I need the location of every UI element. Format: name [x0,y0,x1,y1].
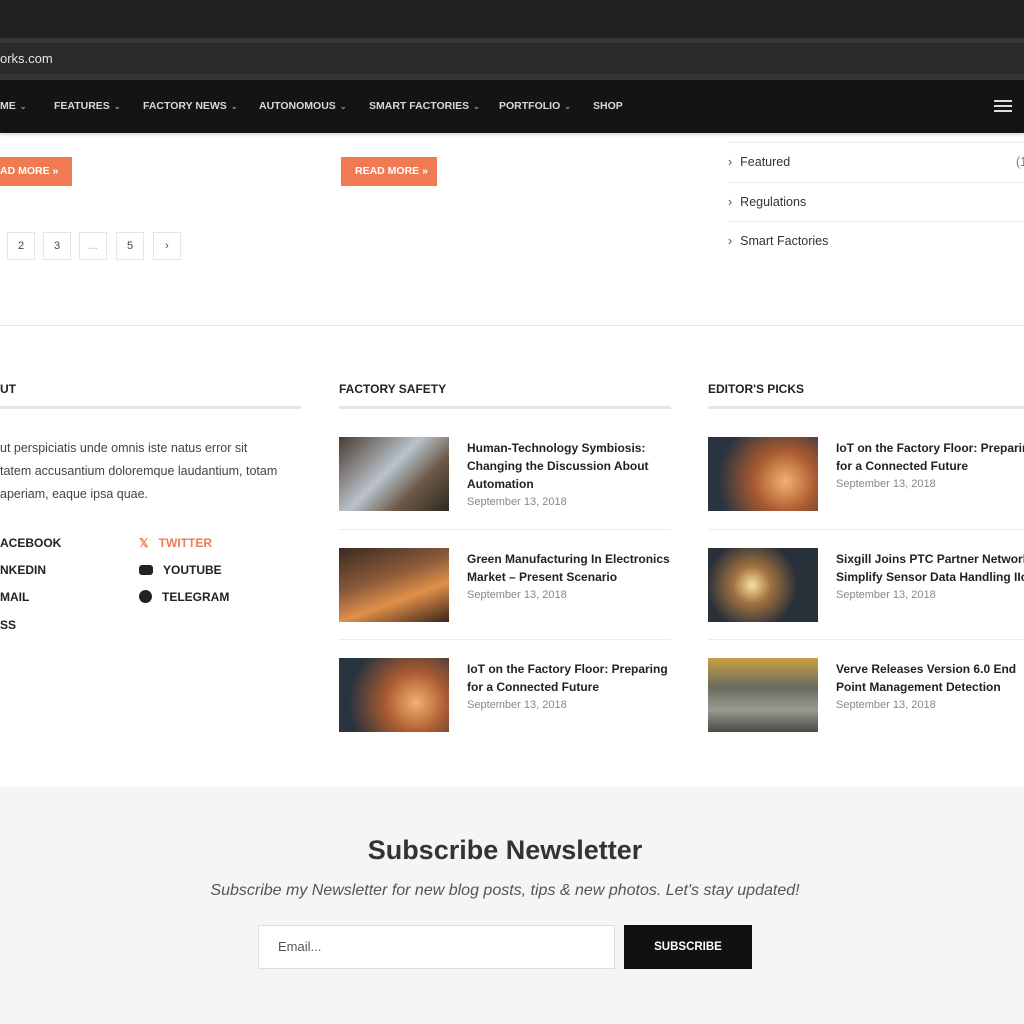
list-item[interactable]: IoT on the Factory Floor: Preparing for a… [339,658,671,732]
category-label: Featured [740,155,791,169]
nav-autonomous[interactable]: AUTONOMOUS ⌄ [259,80,347,133]
category-featured[interactable]: › Featured (1 [728,142,1024,182]
nav-home[interactable]: ME ⌄ [0,80,26,133]
post-date: September 13, 2018 [467,589,567,601]
separator [339,639,671,640]
post-thumbnail[interactable] [708,437,818,511]
youtube-icon [139,565,153,575]
youtube-link[interactable]: YOUTUBE [139,563,222,577]
nav-features[interactable]: FEATURES ⌄ [54,80,121,133]
chevron-down-icon: ⌄ [113,102,121,111]
category-label: Smart Factories [740,234,829,248]
category-count: (1 [1016,155,1024,169]
post-thumbnail[interactable] [339,548,449,622]
chevron-down-icon: ⌄ [19,102,27,111]
list-item[interactable]: Green Manufacturing In Electronics Market… [339,548,671,622]
linkedin-link[interactable]: NKEDIN [0,563,46,577]
post-title[interactable]: IoT on the Factory Floor: Preparing for a… [467,660,677,696]
list-item[interactable]: Sixgill Joins PTC Partner Network t Simpl… [708,548,1024,622]
title-underline [339,406,671,409]
nav-label: PORTFOLIO [499,100,561,112]
page-ellipsis: ... [79,232,107,260]
nav-portfolio[interactable]: PORTFOLIO ⌄ [499,80,571,133]
chevron-down-icon: ⌄ [564,102,571,111]
newsletter-title: Subscribe Newsletter [367,835,643,865]
list-item[interactable]: Human-Technology Symbiosis: Changing the … [339,437,671,511]
section-divider [0,325,1024,326]
main-nav: ME ⌄ FEATURES ⌄ FACTORY NEWS ⌄ AUTONOMOUS ⌄ … [0,80,1024,133]
social-label: TELEGRAM [162,590,230,604]
newsletter-subtitle: Subscribe my Newsletter for new blog pos… [210,882,800,899]
chevron-down-icon: ⌄ [230,102,238,111]
chevron-right-icon: › [728,155,733,169]
browser-titlebar [0,0,1024,38]
post-date: September 13, 2018 [467,496,567,508]
twitter-link[interactable]: 𝕏 TWITTER [139,536,212,550]
post-date: September 13, 2018 [836,589,936,601]
post-date: September 13, 2018 [836,478,936,490]
about-line: aperiam, eaque ipsa quae. [0,487,149,501]
category-label: Regulations [740,195,807,209]
social-label: TWITTER [158,536,212,550]
email-input[interactable]: Email... [258,925,615,969]
about-text: ut perspiciatis unde omnis iste natus er… [0,437,345,506]
facebook-link[interactable]: ACEBOOK [0,536,61,550]
post-date: September 13, 2018 [467,699,567,711]
nav-smart-factories[interactable]: SMART FACTORIES ⌄ [369,80,480,133]
post-title[interactable]: Verve Releases Version 6.0 End Point Mana… [836,660,1024,696]
read-more-button[interactable]: READ MORE » [341,157,437,186]
newsletter-section [0,787,1024,1024]
nav-label: FEATURES [54,100,110,112]
read-more-button[interactable]: AD MORE » [0,157,73,186]
nav-factory-news[interactable]: FACTORY NEWS ⌄ [143,80,238,133]
address-bar[interactable]: orks.com [0,43,1024,74]
separator [339,529,671,530]
page-5[interactable]: 5 [116,232,144,260]
nav-label: FACTORY NEWS [143,100,227,112]
category-regulations[interactable]: › Regulations [728,182,1024,222]
social-label: YOUTUBE [163,563,222,577]
post-title[interactable]: Sixgill Joins PTC Partner Network t Simpl… [836,550,1024,586]
post-thumbnail[interactable] [708,658,818,732]
post-title[interactable]: Human-Technology Symbiosis: Changing the … [467,439,677,493]
subscribe-button[interactable]: SUBSCRIBE [624,925,752,969]
title-underline [708,406,1024,409]
post-thumbnail[interactable] [339,658,449,732]
post-thumbnail[interactable] [708,548,818,622]
x-icon: 𝕏 [139,536,149,550]
post-title[interactable]: IoT on the Factory Floor: Preparing for a… [836,439,1024,475]
chevron-down-icon: ⌄ [339,102,347,111]
chevron-right-icon: › [728,234,733,248]
chevron-down-icon: ⌄ [473,102,480,111]
editors-picks-title: EDITOR'S PICKS [708,382,804,396]
nav-label: ME [0,100,16,112]
about-title: UT [0,382,16,396]
nav-label: SMART FACTORIES [369,100,470,112]
email-link[interactable]: MAIL [0,590,29,604]
chevron-right-icon: › [728,195,733,209]
telegram-link[interactable]: TELEGRAM [139,590,229,604]
about-line: ut perspiciatis unde omnis iste natus er… [0,441,248,455]
rss-link[interactable]: SS [0,618,16,632]
nav-label: SHOP [593,100,623,112]
factory-safety-title: FACTORY SAFETY [339,382,447,396]
post-title[interactable]: Green Manufacturing In Electronics Market… [467,550,677,586]
title-underline [0,406,301,409]
category-smart-factories[interactable]: › Smart Factories [728,221,1024,261]
nav-shop[interactable]: SHOP [593,80,623,133]
list-item[interactable]: IoT on the Factory Floor: Preparing for a… [708,437,1024,511]
menu-icon[interactable] [994,100,1012,115]
separator [708,639,1024,640]
post-date: September 13, 2018 [836,699,936,711]
list-item[interactable]: Verve Releases Version 6.0 End Point Mana… [708,658,1024,732]
post-thumbnail[interactable] [339,437,449,511]
separator [708,529,1024,530]
next-page-button[interactable]: › [153,232,181,260]
page-3[interactable]: 3 [43,232,71,260]
nav-label: AUTONOMOUS [259,100,336,112]
telegram-icon [139,590,152,603]
page-2[interactable]: 2 [7,232,35,260]
about-line: tatem accusantium doloremque laudantium,… [0,464,278,478]
